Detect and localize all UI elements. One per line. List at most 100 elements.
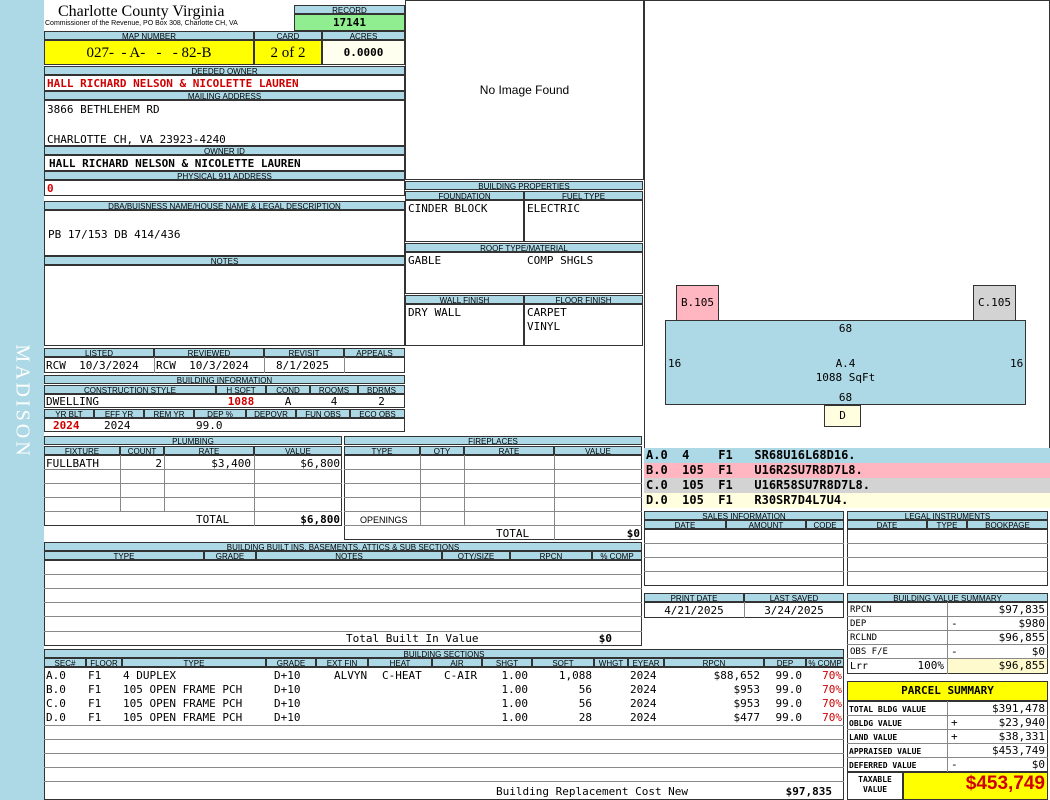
plumbing-col-rate: RATE [164, 446, 254, 455]
bvs-lrr-label: Lrr [850, 661, 869, 672]
physical-address-box [44, 180, 405, 196]
record-value: 17141 [294, 14, 405, 31]
section-row-eyear: 2024 [630, 711, 657, 724]
notes-box [44, 265, 405, 346]
section-row-sqft: 56 [578, 697, 592, 710]
sections-grid-line-5 [44, 781, 844, 782]
section-row-rpcn: $953 [733, 697, 761, 710]
section-row-eyear: 2024 [630, 697, 657, 710]
section-row-sqft: 28 [578, 711, 592, 724]
sections-col-type: TYPE [122, 658, 266, 667]
replacement-cost-value: $97,835 [785, 785, 832, 798]
floor-finish-label: FLOOR FINISH [524, 295, 643, 304]
sketch-section-b-label: B.105 [680, 296, 715, 309]
legal-col-type: TYPE [927, 520, 967, 529]
dep-pct-value: 99.0 [196, 419, 223, 432]
sketch-section-c-label: C.105 [977, 296, 1012, 309]
revisit-label: REVISIT [264, 348, 344, 357]
last-saved-value: 3/24/2025 [764, 604, 824, 617]
section-row-shgt: 1.00 [501, 683, 529, 696]
rooms-label: ROOMS [310, 385, 358, 394]
sketch-section-d-label: D [839, 409, 846, 422]
sections-grid-line-4 [44, 767, 844, 768]
parcel-bldg-value: $391,478 [992, 702, 1045, 715]
section-row-sec: D.0 [46, 711, 66, 724]
acres-label: ACRES [322, 31, 405, 40]
section-row-sqft: 56 [578, 683, 592, 696]
openings-label: OPENINGS [360, 515, 408, 525]
sections-title: BUILDING SECTIONS [44, 649, 844, 658]
parcel-obldg-label: OBLDG VALUE [849, 719, 902, 728]
dba-value: PB 17/153 DB 414/436 [48, 228, 181, 241]
plumbing-grid-line-2 [44, 483, 342, 484]
cond-value: A [284, 395, 292, 408]
sales-col-amount: AMOUNT [726, 520, 806, 529]
replacement-cost-label: Building Replacement Cost New [496, 785, 689, 798]
section-row-comp: 70% [822, 683, 842, 696]
sketch-main-label: A.4 [835, 357, 856, 370]
floor-finish-value-2: VINYL [527, 320, 561, 333]
sections-col-eyear: EYEAR [628, 658, 664, 667]
section-row-rpcn: $477 [733, 711, 761, 724]
appeals-label: APPEALS [344, 348, 405, 357]
section-row-heat: C-HEAT [382, 669, 422, 682]
legal-grid-line-3 [847, 571, 1048, 572]
bvs-rpcn-value: $97,835 [998, 603, 1045, 616]
no-image-text: No Image Found [479, 83, 570, 97]
floor-finish-value-1: CARPET [527, 306, 567, 319]
parcel-land-label: LAND VALUE [849, 733, 898, 742]
sections-grid-line-2 [44, 739, 844, 740]
notes-label: NOTES [44, 256, 405, 265]
builtins-grid-line-1 [44, 574, 642, 575]
fireplaces-grid-col-1 [420, 455, 421, 525]
bvs-obs-label: OBS F/E [850, 647, 888, 657]
builtins-col-comp: % COMP [592, 551, 642, 560]
fuel-type-value: ELECTRIC [527, 202, 580, 215]
legal-grid-line-2 [847, 557, 1048, 558]
card-label: CARD [254, 31, 322, 40]
fun-obs-label: FUN OBS [296, 409, 350, 418]
parcel-obldg-value: $23,940 [998, 716, 1045, 729]
plumbing-row-value: $6,800 [300, 457, 340, 470]
section-row-sec: A.0 [46, 669, 66, 682]
hsqft-label: H SQFT [216, 385, 266, 394]
fireplaces-grid-line-4 [344, 511, 642, 512]
sections-col-sec: SEC# [44, 658, 86, 667]
sketch-legend-c-text: C.0 105 F1 U16R58SU7R8D7L8. [646, 478, 870, 492]
section-row-floor: F1 [88, 697, 102, 710]
bvs-title: BUILDING VALUE SUMMARY [847, 593, 1048, 602]
parcel-deferred-label: DEFERRED VALUE [849, 761, 917, 770]
legal-col-bookpage: BOOKPAGE [967, 520, 1048, 529]
legal-title: LEGAL INSTRUMENTS [847, 511, 1048, 520]
builtins-col-qty: QTY/SIZE [442, 551, 510, 560]
taxable-label: TAXABLE VALUE [858, 775, 892, 794]
plumbing-title: PLUMBING [44, 436, 342, 445]
sections-col-comp: % COMP [806, 658, 844, 667]
owner-id-label: OWNER ID [44, 146, 405, 155]
construction-style-label: CONSTRUCTION STYLE [44, 385, 216, 394]
section-row-floor: F1 [88, 683, 102, 696]
roof-label: ROOF TYPE/MATERIAL [405, 243, 643, 252]
fireplaces-grid-line-3 [344, 497, 642, 498]
builtins-title: BUILDING BUILT INS, BASEMENTS, ATTICS & … [44, 542, 642, 551]
wall-finish-value: DRY WALL [408, 306, 461, 319]
wall-finish-label: WALL FINISH [405, 295, 524, 304]
section-row-dep: 99.0 [775, 711, 803, 724]
acres-value: 0.0000 [322, 40, 405, 65]
fireplaces-col-type: TYPE [344, 446, 420, 455]
sketch-main-sqft: 1088 SqFt [815, 371, 876, 384]
rem-yr-label: REM YR [144, 409, 194, 418]
section-row-type: 105 OPEN FRAME PCH [123, 711, 243, 724]
plumbing-col-count: COUNT [120, 446, 164, 455]
sections-col-extfin: EXT FIN [316, 658, 368, 667]
listed-label: LISTED [44, 348, 154, 357]
section-row-grade: D+10 [274, 683, 301, 696]
review-divider-2 [264, 357, 265, 373]
builtins-total-label: Total Built In Value [346, 632, 479, 645]
map-number-value: 027- - A- - - 82-B [44, 40, 254, 65]
section-row-type: 4 DUPLEX [123, 669, 176, 682]
mailing-address-label: MAILING ADDRESS [44, 91, 405, 100]
fireplaces-grid-line-1 [344, 469, 642, 470]
eco-obs-label: ECO OBS [350, 409, 405, 418]
cond-label: COND [266, 385, 310, 394]
